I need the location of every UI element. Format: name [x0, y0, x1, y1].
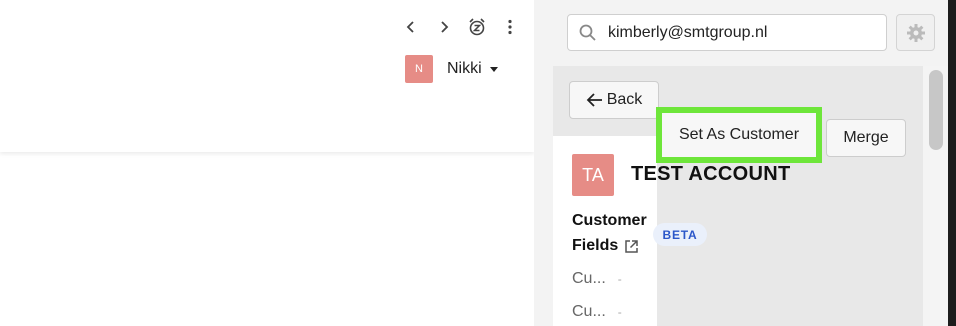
account-avatar: TA [572, 154, 614, 196]
customer-field-value: - [617, 272, 622, 286]
customer-field-label: Cu... [572, 303, 606, 320]
customer-field-row: Cu... - [572, 270, 622, 288]
user-name: Nikki [447, 60, 482, 77]
merge-label: Merge [843, 129, 889, 146]
back-button[interactable]: Back [569, 81, 659, 119]
back-label: Back [606, 91, 643, 108]
set-as-customer-label: Set As Customer [678, 126, 800, 143]
customer-fields-link[interactable]: Fields [572, 237, 639, 255]
search-value: kimberly@smtgroup.nl [608, 23, 768, 41]
email-header: N Nikki [0, 0, 534, 152]
settings-button[interactable] [896, 14, 935, 51]
customer-field-label: Cu... [572, 270, 606, 287]
more-vert-icon[interactable] [499, 16, 521, 38]
window-edge [948, 0, 956, 326]
email-panel: N Nikki [0, 0, 534, 326]
set-as-customer-button[interactable]: Set As Customer [656, 107, 822, 163]
scrollbar-thumb[interactable] [929, 70, 943, 150]
caret-down-icon [489, 66, 498, 72]
customer-fields-title-line2: Fields [572, 237, 619, 254]
search-input[interactable]: kimberly@smtgroup.nl [567, 14, 887, 51]
snooze-alarm-icon[interactable] [466, 16, 488, 38]
beta-badge: BETA [653, 223, 707, 246]
gear-icon [906, 23, 925, 42]
arrow-left-icon [586, 93, 602, 107]
search-icon [579, 24, 596, 41]
account-name: TEST ACCOUNT [631, 163, 791, 185]
chevron-right-icon[interactable] [433, 16, 455, 38]
customer-field-value: - [617, 305, 622, 319]
customer-field-row: Cu... - [572, 303, 622, 321]
merge-button[interactable]: Merge [826, 119, 906, 157]
avatar: N [405, 55, 433, 83]
customer-fields-title: Customer [572, 212, 647, 229]
chevron-left-icon[interactable] [400, 16, 422, 38]
external-link-icon [625, 239, 638, 253]
user-menu[interactable]: N Nikki [405, 55, 498, 83]
